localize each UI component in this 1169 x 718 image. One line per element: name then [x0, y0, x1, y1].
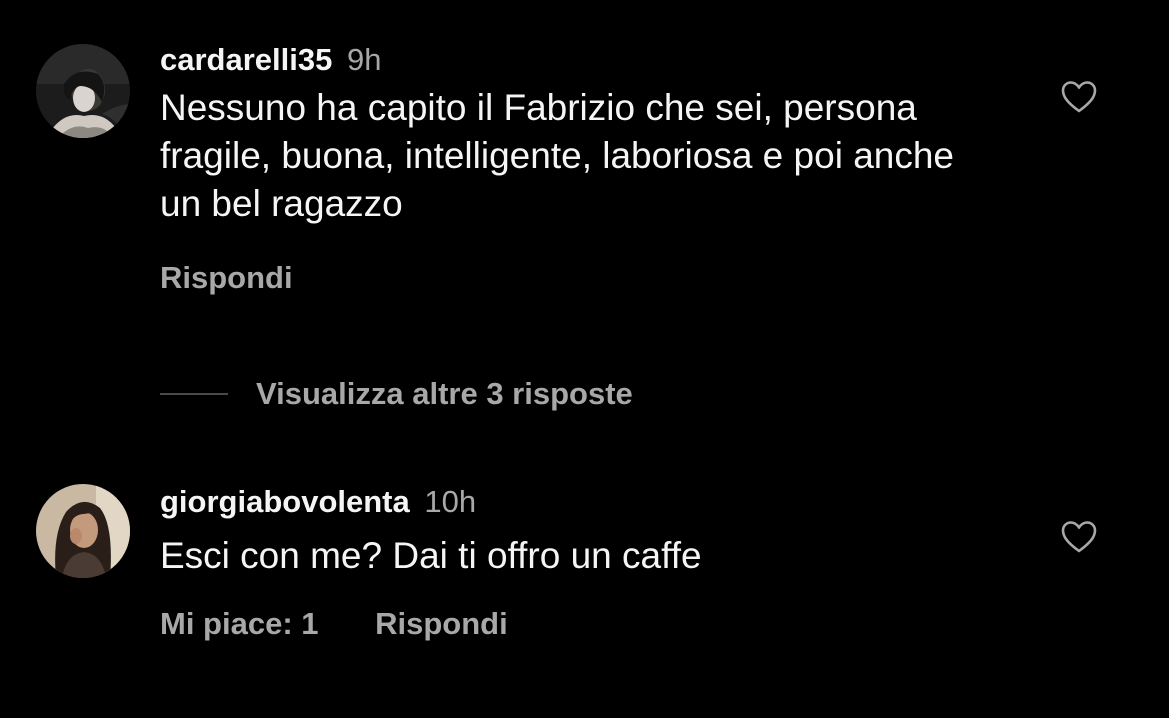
likes-count-button[interactable]: Mi piace: 1: [160, 606, 319, 641]
comment-actions: Mi piace: 1 Rispondi: [160, 606, 960, 642]
reply-button[interactable]: Rispondi: [160, 260, 293, 295]
avatar[interactable]: [36, 484, 130, 578]
comment-content: giorgiabovolenta 10h Esci con me? Dai ti…: [160, 482, 960, 642]
avatar-image: [36, 44, 130, 138]
comment-item: cardarelli35 9h Nessuno ha capito il Fab…: [0, 0, 1169, 340]
comment-text: Esci con me? Dai ti offro un caffe: [160, 535, 702, 576]
comment-header: cardarelli35 9h: [160, 40, 960, 80]
username[interactable]: cardarelli35: [160, 42, 332, 77]
reply-button[interactable]: Rispondi: [375, 606, 508, 641]
replies-divider-line: [160, 393, 228, 395]
comment-actions: Rispondi: [160, 260, 960, 296]
timestamp: 10h: [424, 484, 477, 519]
comment-content: cardarelli35 9h Nessuno ha capito il Fab…: [160, 40, 960, 296]
avatar[interactable]: [36, 44, 130, 138]
view-replies-label: Visualizza altre 3 risposte: [256, 376, 633, 411]
heart-outline-icon[interactable]: [1060, 80, 1098, 114]
username[interactable]: giorgiabovolenta: [160, 484, 410, 519]
comment-item: giorgiabovolenta 10h Esci con me? Dai ti…: [0, 470, 1169, 718]
view-more-replies-button[interactable]: Visualizza altre 3 risposte: [160, 372, 633, 416]
comment-text: Nessuno ha capito il Fabrizio che sei, p…: [160, 87, 955, 224]
comment-header: giorgiabovolenta 10h: [160, 482, 960, 522]
avatar-image: [36, 484, 130, 578]
heart-outline-icon[interactable]: [1060, 520, 1098, 554]
timestamp: 9h: [346, 42, 382, 77]
